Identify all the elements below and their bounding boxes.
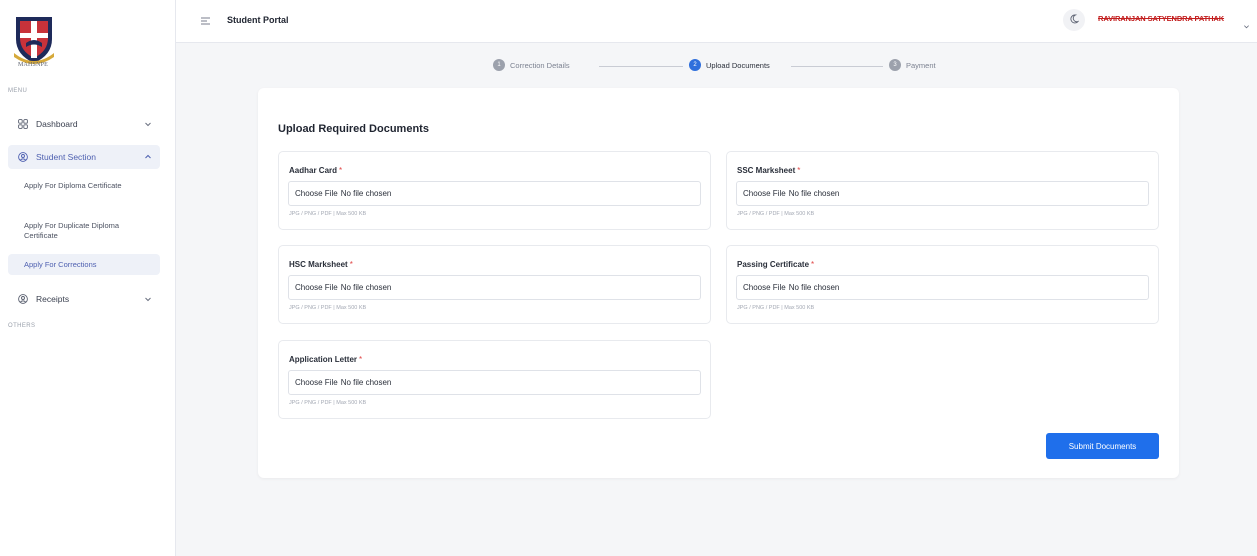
hsc-marksheet-file-input[interactable]: Choose File No file chosen [288, 275, 701, 300]
chevron-up-icon [144, 153, 152, 161]
field-label: HSC Marksheet * [289, 260, 353, 269]
sidebar-item-label: Dashboard [36, 119, 78, 129]
chevron-down-icon[interactable] [1243, 17, 1250, 29]
ssc-marksheet-file-input[interactable]: Choose File No file chosen [736, 181, 1149, 206]
required-marker: * [359, 355, 363, 364]
receipt-icon [18, 294, 28, 304]
field-label: SSC Marksheet * [737, 166, 801, 175]
step-connector [791, 66, 883, 67]
upload-documents-card: Upload Required Documents Aadhar Card * C… [258, 88, 1179, 478]
step-label: Upload Documents [706, 60, 770, 70]
aadhar-card-field: Aadhar Card * Choose File No file chosen J… [278, 151, 711, 230]
aadhar-card-file-input[interactable]: Choose File No file chosen [288, 181, 701, 206]
grid-icon [18, 119, 28, 129]
top-bar: Student Portal RAVIRANJAN SATYENDRA PATH… [176, 0, 1257, 43]
menu-section-label: MENU [8, 88, 28, 94]
application-letter-file-input[interactable]: Choose File No file chosen [288, 370, 701, 395]
required-marker: * [349, 260, 353, 269]
file-hint: JPG / PNG / PDF | Max 500 KB [289, 400, 367, 406]
ssc-marksheet-field: SSC Marksheet * Choose File No file chosen… [726, 151, 1159, 230]
required-marker: * [797, 166, 801, 175]
step-correction-details: 1 Correction Details [493, 59, 570, 71]
sidebar-item-dashboard[interactable]: Dashboard [8, 112, 160, 136]
institute-logo [10, 13, 58, 65]
page-title: Student Portal [227, 15, 289, 25]
sidebar-item-receipts[interactable]: Receipts [8, 287, 160, 311]
step-number: 2 [689, 59, 701, 71]
file-hint: JPG / PNG / PDF | Max 500 KB [737, 305, 815, 311]
user-menu-name[interactable]: RAVIRANJAN SATYENDRA PATHAK [1098, 14, 1224, 23]
sidebar-item-label: Student Section [36, 152, 97, 162]
hsc-marksheet-field: HSC Marksheet * Choose File No file chosen… [278, 245, 711, 324]
application-letter-field: Application Letter * Choose File No file c… [278, 340, 711, 419]
progress-stepper: 1 Correction Details 2 Upload Documents … [493, 59, 963, 73]
menu-toggle-button[interactable] [194, 10, 216, 32]
hamburger-icon [200, 12, 210, 30]
submit-documents-button[interactable]: Submit Documents [1046, 433, 1159, 459]
passing-certificate-file-input[interactable]: Choose File No file chosen [736, 275, 1149, 300]
step-payment: 3 Payment [889, 59, 936, 71]
moon-icon [1069, 11, 1080, 29]
sidebar-item-label: Receipts [36, 294, 70, 304]
file-hint: JPG / PNG / PDF | Max 500 KB [289, 211, 367, 217]
sidebar-item-student-section[interactable]: Student Section [8, 145, 160, 169]
required-marker: * [811, 260, 815, 269]
others-section-label: OTHERS [8, 323, 36, 329]
logo-caption: MAHSNPE [17, 62, 49, 68]
sidebar-subitem-diploma-certificate[interactable]: Apply For Diploma Certificate [8, 177, 160, 195]
required-marker: * [339, 166, 343, 175]
field-label: Passing Certificate * [737, 260, 815, 269]
passing-certificate-field: Passing Certificate * Choose File No file … [726, 245, 1159, 324]
theme-toggle-button[interactable] [1063, 9, 1085, 31]
sidebar-subitem-corrections[interactable]: Apply For Corrections [8, 254, 160, 275]
step-label: Correction Details [510, 60, 570, 70]
chevron-down-icon [144, 295, 152, 303]
file-hint: JPG / PNG / PDF | Max 500 KB [737, 211, 815, 217]
sidebar-subitem-duplicate-diploma[interactable]: Apply For Duplicate Diploma Certificate [8, 217, 160, 245]
field-label: Application Letter * [289, 355, 363, 364]
sidebar: MAHSNPE MENU Dashboard Student Section A… [0, 0, 176, 556]
step-upload-documents: 2 Upload Documents [689, 59, 770, 71]
user-circle-icon [18, 152, 28, 162]
step-number: 3 [889, 59, 901, 71]
step-connector [599, 66, 683, 67]
chevron-down-icon [144, 120, 152, 128]
file-hint: JPG / PNG / PDF | Max 500 KB [289, 305, 367, 311]
step-label: Payment [906, 60, 936, 70]
form-title: Upload Required Documents [278, 123, 429, 135]
field-label: Aadhar Card * [289, 166, 343, 175]
step-number: 1 [493, 59, 505, 71]
